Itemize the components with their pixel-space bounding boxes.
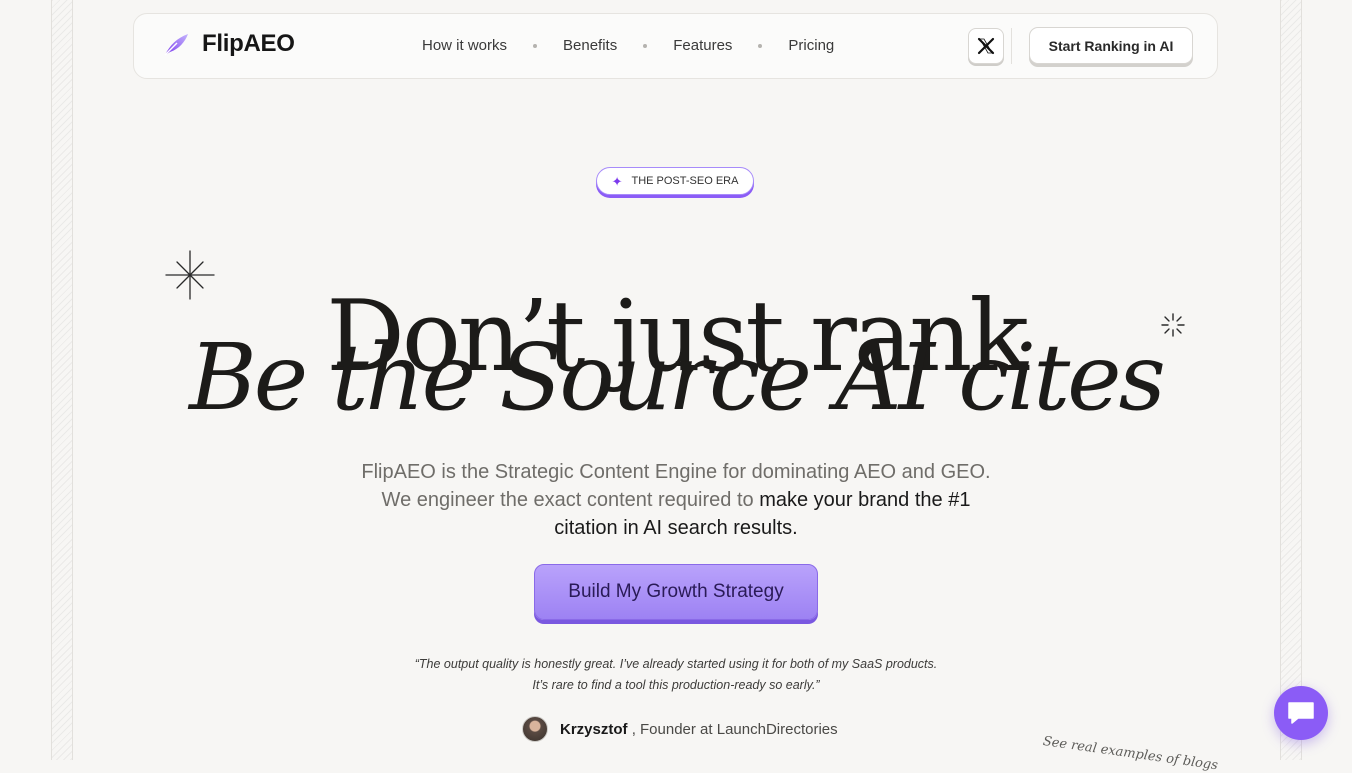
author-info: Krzysztof , Founder at LaunchDirectories — [560, 721, 838, 738]
subtitle-emphasis-text: make your brand the #1 — [759, 489, 971, 511]
nav-separator-dot — [533, 43, 538, 48]
nav-link-benefits[interactable]: Benefits — [563, 37, 617, 54]
subtitle-line-3: citation in AI search results. — [554, 517, 798, 539]
build-growth-strategy-button[interactable]: Build My Growth Strategy — [534, 564, 818, 620]
chat-icon — [1288, 702, 1314, 724]
author-name: Krzysztof — [560, 720, 628, 738]
top-navbar: FlipAEO How it works Benefits Features P… — [133, 13, 1218, 79]
hero-headline-italic: Be the Source AI cites — [189, 324, 1166, 431]
quote-line-1: “The output quality is honestly great. I… — [414, 657, 938, 671]
quote-line-2: It’s rare to find a tool this production… — [532, 678, 820, 692]
avatar — [522, 716, 548, 742]
testimonial-quote: “The output quality is honestly great. I… — [0, 654, 1352, 696]
sparkle-icon: ✦ — [611, 173, 623, 189]
nav-links: How it works Benefits Features Pricing — [422, 37, 834, 54]
navbar-divider — [1011, 28, 1012, 64]
subtitle-line-2: We engineer the exact content required t… — [0, 486, 1352, 514]
era-badge: ✦ THE POST-SEO ERA — [596, 167, 754, 195]
brand-link[interactable]: FlipAEO — [162, 30, 295, 58]
badge-label: THE POST-SEO ERA — [631, 175, 739, 187]
subtitle-line-1: FlipAEO is the Strategic Content Engine … — [361, 461, 991, 483]
brand-name: FlipAEO — [202, 30, 295, 57]
author-role: , Founder at LaunchDirectories — [631, 720, 838, 738]
feather-logo-icon — [164, 34, 188, 56]
nav-link-how-it-works[interactable]: How it works — [422, 37, 507, 54]
nav-link-pricing[interactable]: Pricing — [788, 37, 834, 54]
nav-separator-dot — [758, 43, 763, 48]
x-twitter-icon — [977, 37, 995, 55]
nav-separator-dot — [643, 43, 648, 48]
chat-widget-button[interactable] — [1274, 686, 1328, 740]
start-ranking-button[interactable]: Start Ranking in AI — [1029, 27, 1193, 64]
x-social-button[interactable] — [968, 28, 1004, 64]
subtitle-muted-text: We engineer the exact content required t… — [381, 489, 760, 511]
handwritten-note: See real examples of blogs — [1041, 734, 1219, 773]
nav-link-features[interactable]: Features — [673, 37, 732, 54]
hero-subtitle: FlipAEO is the Strategic Content Engine … — [0, 458, 1352, 542]
testimonial-author: Krzysztof , Founder at LaunchDirectories — [522, 716, 838, 742]
